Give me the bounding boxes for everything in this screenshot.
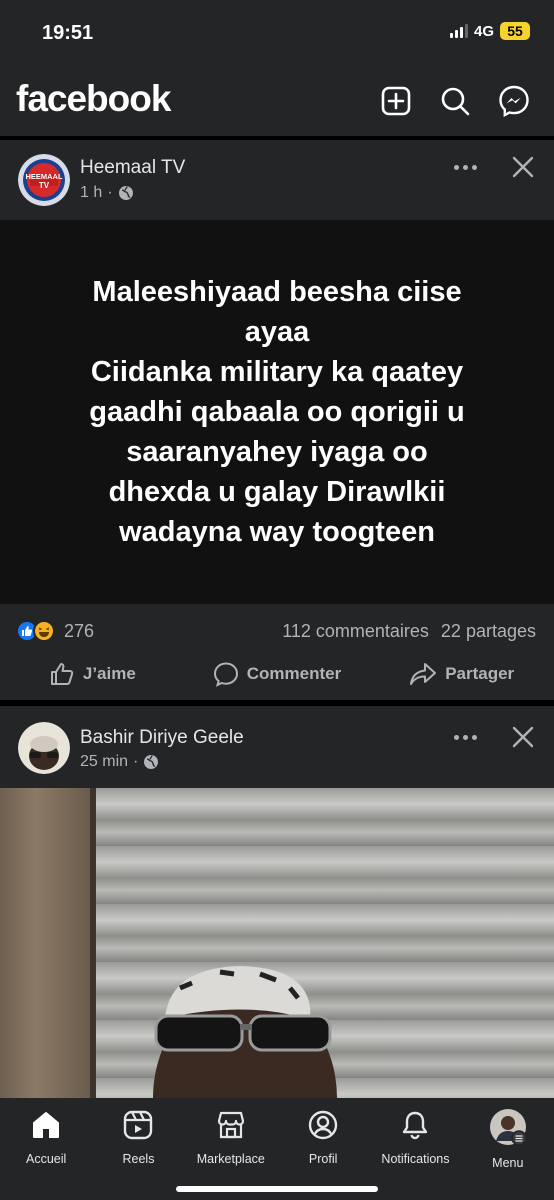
nav-profil[interactable]: Profil	[277, 1098, 369, 1200]
nav-accueil[interactable]: Accueil	[0, 1098, 92, 1200]
comment-icon	[213, 662, 238, 687]
avatar-text-tv: TV	[39, 181, 50, 190]
post-time[interactable]: 1 h	[80, 184, 102, 202]
share-button[interactable]: Partager	[369, 652, 554, 696]
post-time[interactable]: 25 min	[80, 753, 128, 771]
post-meta: 25 min ·	[80, 753, 159, 771]
post-card: HEEMAAL TV Heemaal TV 1 h · Maleeshiyaad…	[0, 140, 554, 700]
separator-dot: ·	[133, 753, 139, 770]
signal-icon	[449, 24, 468, 38]
status-time: 19:51	[42, 22, 94, 44]
post-video[interactable]	[0, 788, 554, 1100]
like-button[interactable]: J’aime	[0, 652, 185, 696]
marketplace-icon	[214, 1108, 248, 1142]
thumbs-up-icon	[50, 663, 74, 685]
nav-label: Profil	[308, 1152, 338, 1166]
status-bar: 19:51 4G 55	[0, 0, 554, 68]
app-header: facebook	[0, 68, 554, 136]
post-author[interactable]: Bashir Diriye Geele	[80, 727, 244, 749]
nav-label: Marketplace	[196, 1152, 265, 1166]
person-head-image	[153, 966, 337, 1100]
facebook-logo[interactable]: facebook	[16, 78, 171, 120]
post-actions: J’aime Commenter Partager	[0, 652, 554, 696]
bottom-nav: Accueil Reels Marketplace Profil Notific…	[0, 1098, 554, 1200]
bell-icon	[398, 1108, 432, 1142]
post-text-background[interactable]: Maleeshiyaad beesha ciise ayaa Ciidanka …	[0, 220, 554, 604]
home-indicator	[176, 1186, 378, 1192]
post-text: Maleeshiyaad beesha ciise ayaa Ciidanka …	[89, 276, 465, 548]
separator-dot: ·	[107, 184, 113, 201]
reels-icon	[121, 1108, 155, 1142]
avatar-text: HEEMAAL	[25, 172, 63, 181]
like-label: J’aime	[82, 664, 136, 683]
engagement-stats: 112 commentaires 22 partages	[282, 621, 536, 642]
nav-menu[interactable]: Menu	[462, 1098, 554, 1200]
reactions-summary[interactable]: 276 112 commentaires 22 partages	[0, 612, 554, 650]
plus-square-icon[interactable]	[378, 83, 414, 119]
profile-icon	[306, 1108, 340, 1142]
haha-reaction-icon	[33, 620, 55, 642]
post-meta: 1 h ·	[80, 184, 134, 202]
nav-marketplace[interactable]: Marketplace	[185, 1098, 277, 1200]
wooden-post	[0, 788, 90, 1100]
wooden-post-shadow	[90, 788, 96, 1100]
more-options-icon[interactable]	[454, 160, 478, 174]
nav-label: Notifications	[381, 1152, 450, 1166]
comments-count[interactable]: 112 commentaires	[282, 621, 429, 642]
nav-reels[interactable]: Reels	[92, 1098, 184, 1200]
post-card: Bashir Diriye Geele 25 min ·	[0, 706, 554, 1100]
nav-label: Reels	[122, 1152, 155, 1166]
nav-notifications[interactable]: Notifications	[369, 1098, 461, 1200]
menu-avatar-icon	[489, 1108, 527, 1146]
globe-icon	[144, 755, 159, 769]
battery-level: 55	[500, 22, 530, 40]
home-icon	[29, 1108, 63, 1142]
nav-label: Menu	[492, 1156, 524, 1170]
comment-label: Commenter	[246, 664, 342, 683]
status-indicators: 4G 55	[449, 22, 530, 40]
share-icon	[410, 663, 437, 685]
globe-icon	[118, 186, 133, 200]
post-author[interactable]: Heemaal TV	[80, 157, 185, 179]
close-icon[interactable]	[510, 724, 536, 750]
close-icon[interactable]	[510, 154, 536, 180]
messenger-icon[interactable]	[496, 83, 532, 119]
shares-count[interactable]: 22 partages	[441, 621, 536, 642]
nav-label: Accueil	[26, 1152, 67, 1166]
reaction-icons	[16, 620, 55, 642]
user-avatar[interactable]	[18, 722, 70, 774]
network-type: 4G	[473, 22, 494, 40]
search-icon[interactable]	[437, 83, 473, 119]
comment-button[interactable]: Commenter	[185, 652, 370, 696]
page-avatar[interactable]: HEEMAAL TV	[18, 154, 70, 206]
share-label: Partager	[445, 664, 515, 683]
reaction-count: 276	[64, 621, 95, 641]
more-options-icon[interactable]	[454, 730, 478, 744]
